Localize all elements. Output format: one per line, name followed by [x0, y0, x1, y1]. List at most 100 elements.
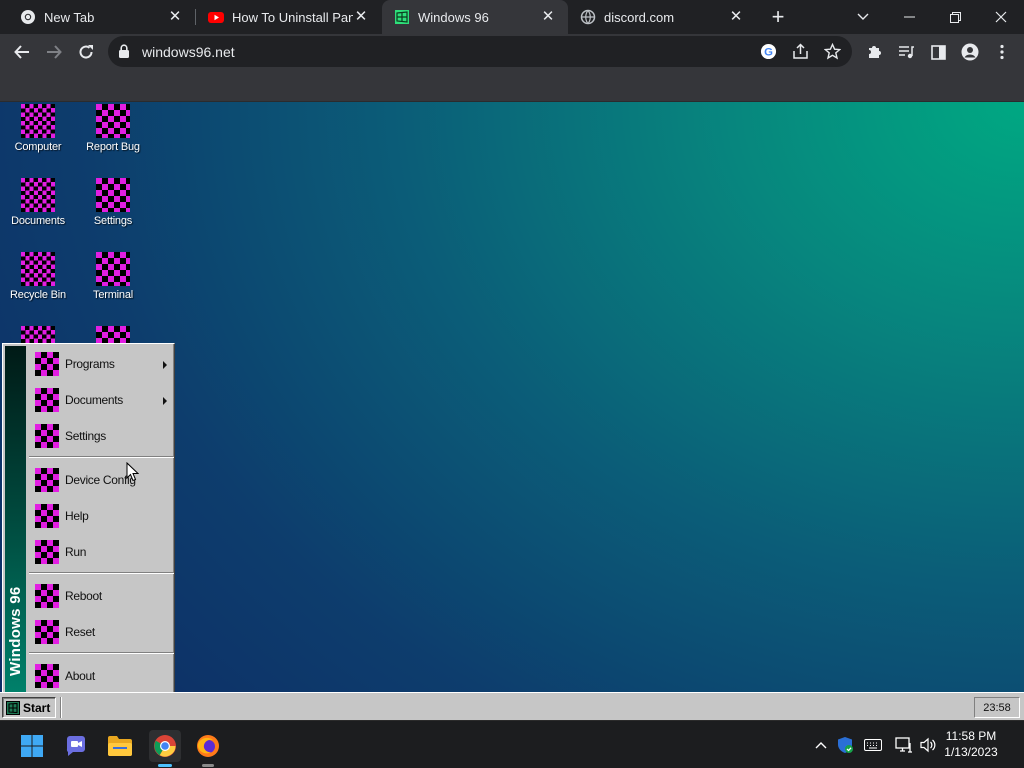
chat-icon: [66, 736, 85, 756]
taskbar-divider: [60, 697, 62, 718]
desktop-icon-recycle-bin[interactable]: Recycle Bin: [0, 250, 76, 320]
desktop-icon-label: Settings: [93, 215, 133, 227]
submenu-arrow-icon: [163, 397, 167, 405]
show-hidden-icons-button[interactable]: [811, 735, 831, 755]
new-tab-button[interactable]: +: [764, 0, 792, 34]
desktop-icon-label: Documents: [11, 215, 65, 227]
browser-menu-button[interactable]: [988, 38, 1016, 66]
menu-item-label: Run: [65, 545, 87, 559]
back-button[interactable]: [8, 38, 36, 66]
close-icon[interactable]: ✕: [540, 9, 556, 25]
firefox-taskbar-button[interactable]: [192, 730, 224, 767]
tab-windows-96[interactable]: Windows 96 ✕: [382, 0, 568, 34]
system-date: 1/13/2023: [944, 745, 998, 759]
report-bug-icon: [96, 104, 130, 138]
keyboard-tray-button[interactable]: [863, 735, 883, 755]
reload-button[interactable]: [72, 38, 100, 66]
bookmark-star-button[interactable]: [823, 42, 842, 65]
profile-button[interactable]: [956, 38, 984, 66]
youtube-icon: [208, 12, 224, 23]
chrome-icon: [154, 735, 176, 757]
forward-button[interactable]: [40, 38, 68, 66]
reset-icon: [35, 620, 59, 644]
address-bar[interactable]: windows96.net G: [108, 36, 852, 67]
win96-clock[interactable]: 23:58: [974, 697, 1020, 718]
running-indicator: [202, 764, 214, 767]
help-icon: [35, 504, 59, 528]
chevron-up-icon: [815, 742, 827, 749]
extensions-button[interactable]: [860, 38, 888, 66]
documents-icon: [21, 178, 55, 212]
desktop-icon-label: Terminal: [93, 289, 133, 301]
settings-icon: [96, 178, 130, 212]
globe-icon: [580, 9, 596, 25]
desktop-icon-report-bug[interactable]: Report Bug: [75, 102, 151, 172]
start-menu: Windows 96 Programs Documents Settings D…: [2, 343, 175, 695]
tab-search-button[interactable]: [840, 0, 886, 34]
desktop-icon-settings[interactable]: Settings: [75, 176, 151, 246]
share-icon: [793, 43, 808, 59]
about-icon: [35, 664, 59, 688]
folder-icon: [108, 736, 132, 756]
desktop-icon-documents[interactable]: Documents: [0, 176, 76, 246]
lock-icon[interactable]: [118, 44, 130, 58]
close-window-button[interactable]: [978, 0, 1024, 34]
windows-start-button[interactable]: [16, 730, 48, 762]
start-menu-item-help[interactable]: Help: [27, 498, 173, 534]
more-vert-icon: [1000, 44, 1004, 60]
menu-separator: [29, 652, 174, 654]
tab-title: Windows 96: [418, 9, 489, 25]
win96-taskbar: Start 23:58: [0, 692, 1024, 720]
network-tray-button[interactable]: [894, 735, 914, 755]
minimize-button[interactable]: [886, 0, 932, 34]
monitor-network-icon: [895, 737, 912, 753]
start-menu-item-documents[interactable]: Documents: [27, 382, 173, 418]
url-text[interactable]: windows96.net: [142, 44, 235, 60]
start-menu-item-device-config[interactable]: Device Config: [27, 462, 173, 498]
browser-toolbar: windows96.net G: [0, 34, 1024, 70]
close-icon[interactable]: ✕: [167, 9, 183, 25]
close-icon[interactable]: ✕: [353, 9, 369, 25]
keyboard-icon: [864, 739, 882, 751]
profile-icon: [961, 43, 979, 61]
start-menu-item-run[interactable]: Run: [27, 534, 173, 570]
side-panel-button[interactable]: [924, 38, 952, 66]
recycle-bin-icon: [21, 252, 55, 286]
submenu-arrow-icon: [163, 361, 167, 369]
share-button[interactable]: [792, 43, 809, 65]
browser-tab-strip: New Tab ✕ How To Uninstall Panda ✕ Windo…: [0, 0, 1024, 34]
arrow-right-icon: [47, 45, 62, 59]
device-config-icon: [35, 468, 59, 492]
tab-youtube[interactable]: How To Uninstall Panda ✕: [188, 0, 381, 34]
desktop-icon-terminal[interactable]: Terminal: [75, 250, 151, 320]
start-button[interactable]: Start: [2, 697, 56, 718]
start-menu-item-about[interactable]: About: [27, 658, 173, 694]
start-menu-item-reboot[interactable]: Reboot: [27, 578, 173, 614]
tab-new-tab[interactable]: New Tab ✕: [0, 0, 195, 34]
menu-item-label: Settings: [65, 429, 106, 443]
reload-icon: [79, 45, 93, 59]
tab-discord[interactable]: discord.com ✕: [568, 0, 756, 34]
system-clock[interactable]: 11:58 PM 1/13/2023: [936, 728, 1006, 760]
close-icon: [995, 11, 1007, 23]
teams-chat-button[interactable]: [60, 730, 92, 762]
menu-separator: [29, 572, 174, 574]
close-icon[interactable]: ✕: [728, 9, 744, 25]
desktop-icon-computer[interactable]: Computer: [0, 102, 76, 172]
start-menu-item-settings[interactable]: Settings: [27, 418, 173, 454]
file-explorer-button[interactable]: [104, 730, 136, 762]
start-menu-item-reset[interactable]: Reset: [27, 614, 173, 650]
google-lens-button[interactable]: G: [760, 43, 777, 65]
chrome-taskbar-button[interactable]: [149, 730, 181, 767]
security-tray-button[interactable]: [835, 735, 855, 755]
start-menu-item-programs[interactable]: Programs: [27, 346, 173, 382]
media-playlist-icon: [898, 46, 914, 59]
restore-button[interactable]: [932, 0, 978, 34]
menu-item-label: Reboot: [65, 589, 102, 603]
menu-item-label: About: [65, 669, 95, 683]
start-button-label: Start: [23, 700, 51, 715]
start-menu-banner: Windows 96: [5, 346, 26, 692]
terminal-icon: [96, 252, 130, 286]
media-control-button[interactable]: [892, 38, 920, 66]
bookmarks-bar: [0, 70, 1024, 102]
